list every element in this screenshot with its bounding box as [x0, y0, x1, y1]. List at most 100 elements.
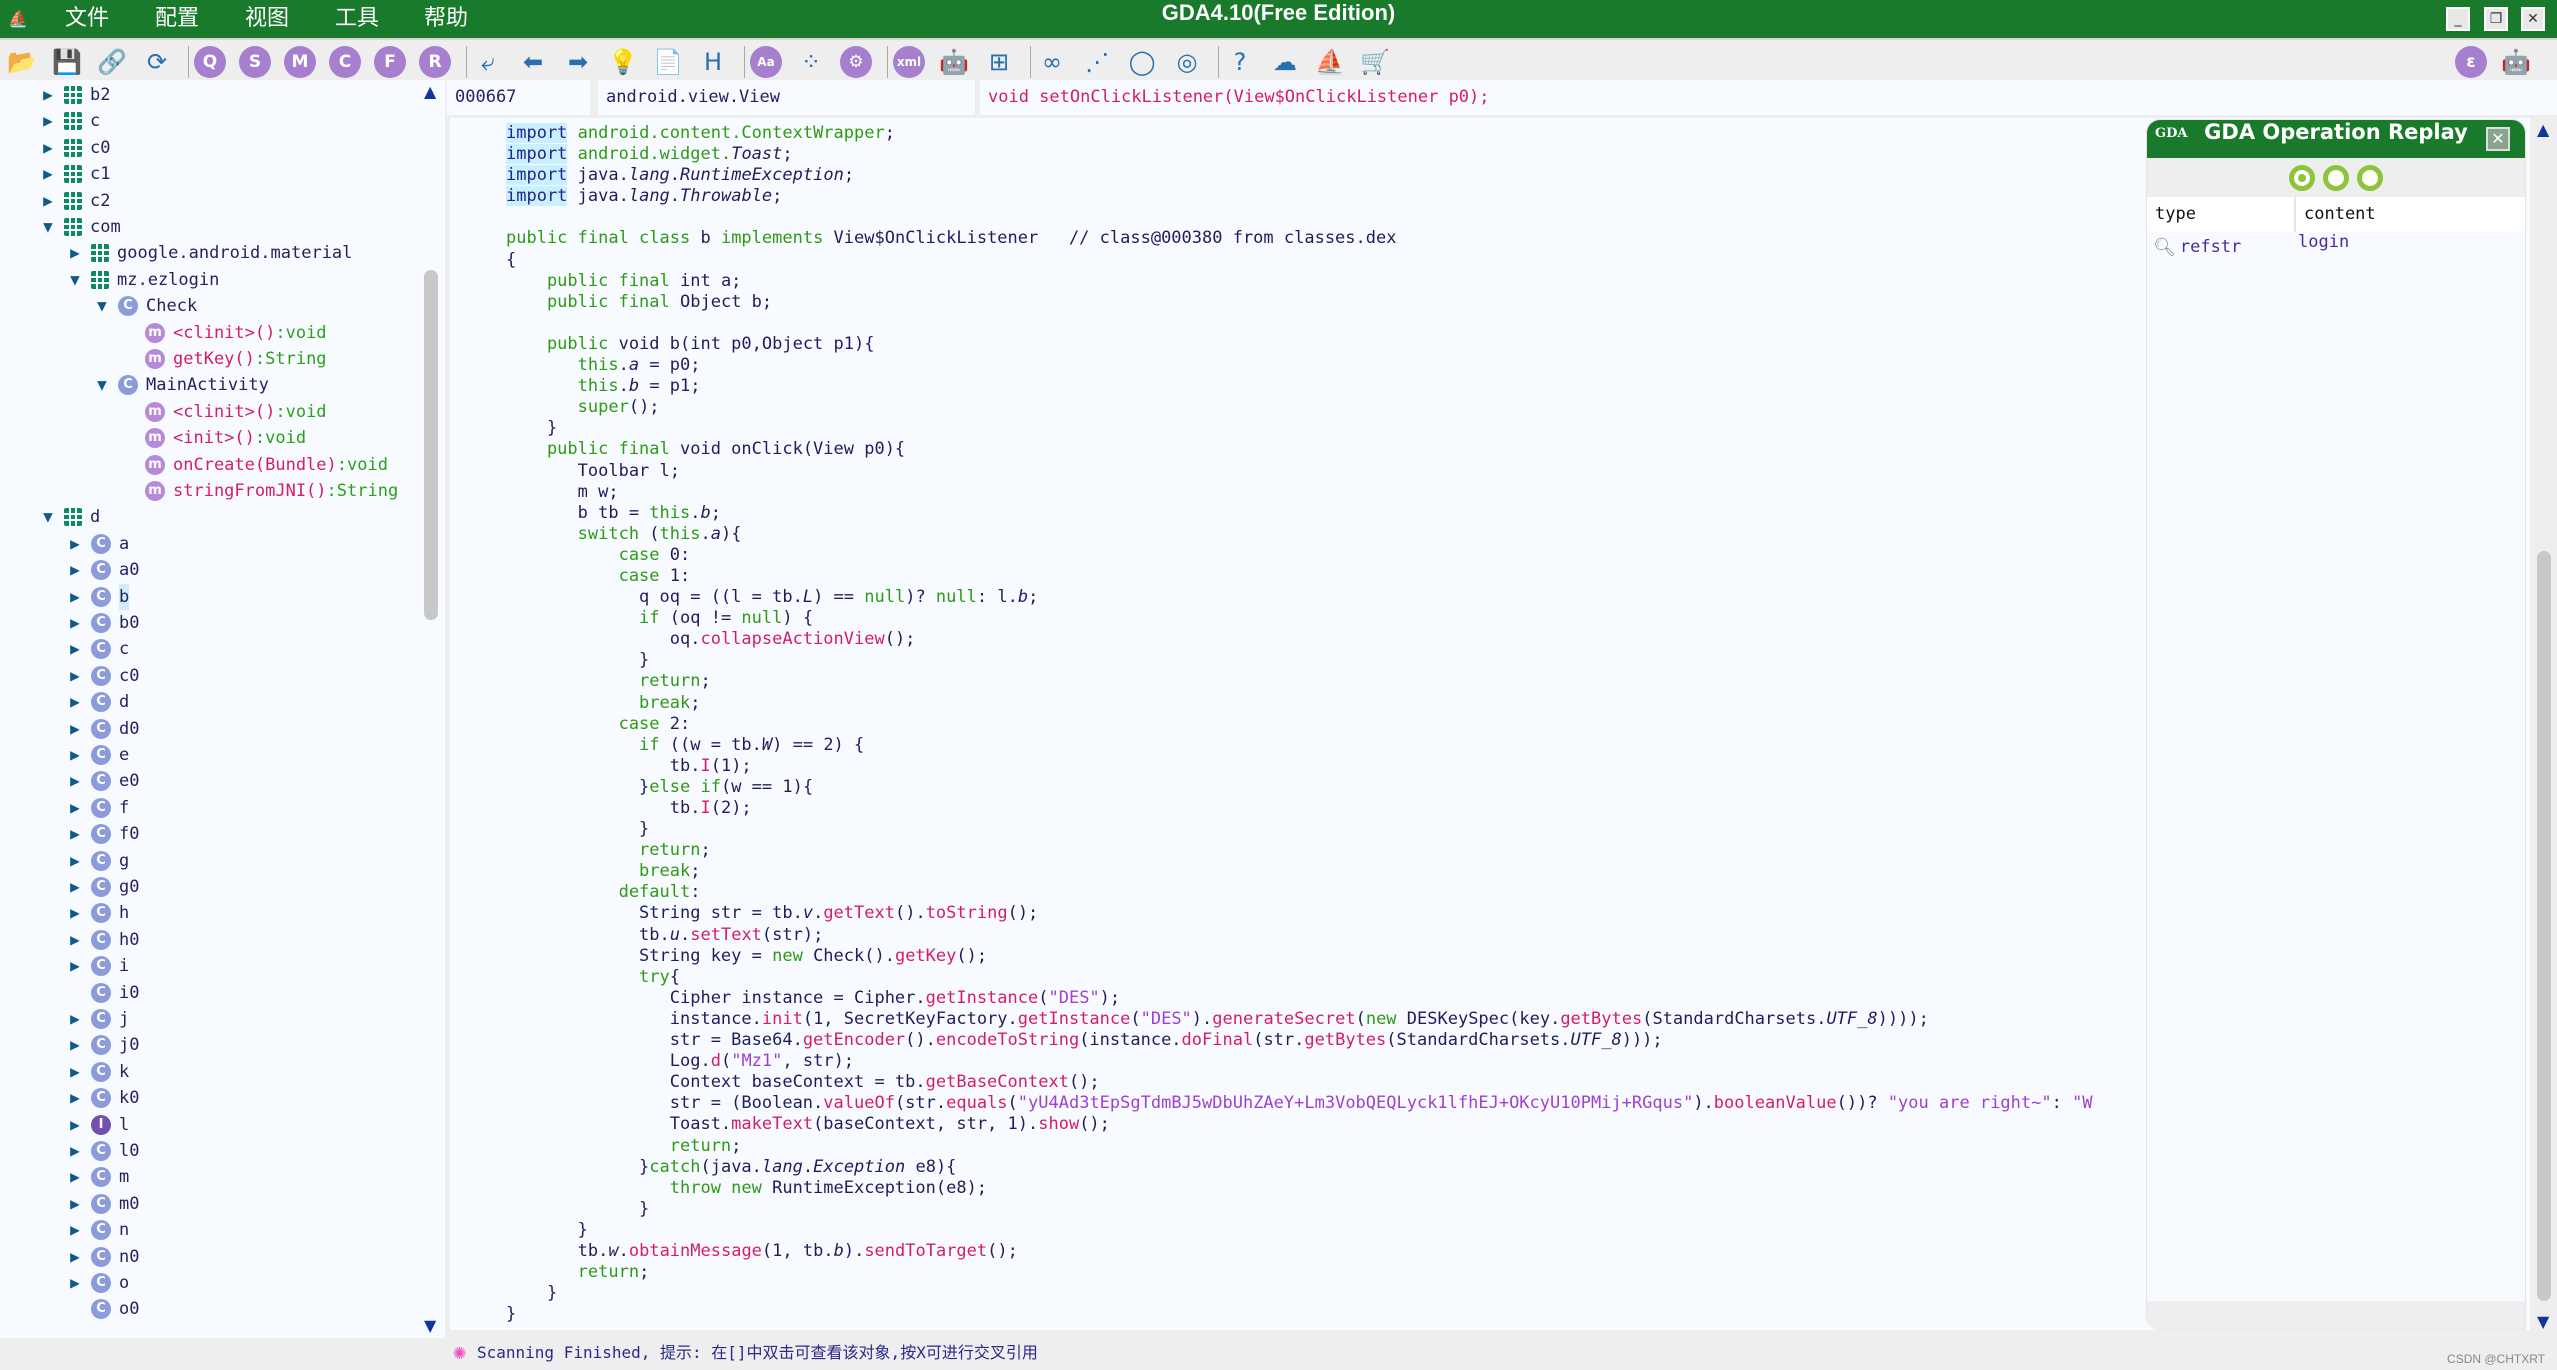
collapsed-arrow-icon[interactable]: ▶	[65, 1032, 85, 1058]
replay-row[interactable]: 🔍︎ refstr login	[2147, 232, 2525, 262]
expanded-arrow-icon[interactable]: ▼	[65, 267, 85, 293]
strings-s-icon[interactable]: S	[239, 46, 271, 78]
cloud-icon[interactable]: ☁	[1269, 46, 1301, 78]
collapsed-arrow-icon[interactable]: ▶	[65, 768, 85, 794]
replay-step-3[interactable]	[2357, 164, 2383, 191]
tree-item[interactable]: ▶ Il	[65, 1112, 129, 1138]
tree-item[interactable]: ▶ Ck	[65, 1059, 129, 1085]
epsilon-icon[interactable]: ε	[2455, 46, 2487, 78]
collapsed-arrow-icon[interactable]: ▶	[65, 1217, 85, 1243]
collapsed-arrow-icon[interactable]: ▶	[65, 821, 85, 847]
collapsed-arrow-icon[interactable]: ▶	[38, 188, 58, 214]
resources-r-icon[interactable]: R	[419, 46, 451, 78]
tree-item[interactable]: m onCreate(Bundle):void	[119, 452, 388, 478]
tree-item[interactable]: ▶ Cm0	[65, 1191, 139, 1217]
collapsed-arrow-icon[interactable]: ▶	[65, 716, 85, 742]
tree-item[interactable]: ▶ Cf	[65, 795, 129, 821]
collapsed-arrow-icon[interactable]: ▶	[38, 108, 58, 134]
settings-gear-icon[interactable]: ⚙	[840, 46, 872, 78]
replay-step-2[interactable]	[2323, 164, 2349, 191]
tree-item[interactable]: ▶ Ch0	[65, 927, 139, 953]
tree-item[interactable]: ▶ google.android.material	[65, 240, 352, 266]
collapsed-arrow-icon[interactable]: ▶	[38, 82, 58, 108]
tree-item[interactable]: m <clinit>():void	[119, 399, 327, 425]
search-q-icon[interactable]: Q	[194, 46, 226, 78]
tree-item[interactable]: ▶ Cc	[65, 636, 129, 662]
restore-button[interactable]: ❐	[2484, 7, 2508, 31]
tree-item[interactable]: ▶ Cl0	[65, 1138, 139, 1164]
collapsed-arrow-icon[interactable]: ▶	[65, 689, 85, 715]
tree-item[interactable]: Co0	[65, 1296, 139, 1322]
tree-item[interactable]: ▶ Ch	[65, 900, 129, 926]
android-icon[interactable]: 🤖	[938, 46, 970, 78]
collapsed-arrow-icon[interactable]: ▶	[38, 161, 58, 187]
tree-item[interactable]: ▼ d	[38, 504, 100, 530]
expanded-arrow-icon[interactable]: ▼	[38, 214, 58, 240]
fields-f-icon[interactable]: F	[374, 46, 406, 78]
open-folder-icon[interactable]: 📂	[6, 46, 38, 78]
tree-item[interactable]: ▶ Co	[65, 1270, 129, 1296]
collapsed-arrow-icon[interactable]: ▶	[65, 953, 85, 979]
tree-scrollbar[interactable]	[424, 270, 438, 620]
tree-item[interactable]: ▶ Cn	[65, 1217, 129, 1243]
windows-icon[interactable]: ⊞	[983, 46, 1015, 78]
tree-item[interactable]: ▶ Cd	[65, 689, 129, 715]
collapsed-arrow-icon[interactable]: ▶	[65, 1006, 85, 1032]
jump-icon[interactable]: ⤶	[472, 46, 504, 78]
collapsed-arrow-icon[interactable]: ▶	[65, 1059, 85, 1085]
collapsed-arrow-icon[interactable]: ▶	[65, 1270, 85, 1296]
replay-step-1[interactable]	[2289, 164, 2315, 191]
tree-item[interactable]: ▶ c	[38, 108, 100, 134]
collapsed-arrow-icon[interactable]: ▶	[65, 1164, 85, 1190]
expanded-arrow-icon[interactable]: ▼	[38, 504, 58, 530]
infinity-icon[interactable]: ∞	[1036, 46, 1068, 78]
back-arrow-icon[interactable]: ⬅	[517, 46, 549, 78]
tree-item[interactable]: ▶ Cc0	[65, 663, 139, 689]
tree-scroll-up-icon[interactable]: ▲	[424, 82, 436, 101]
tree-item[interactable]: ▶ Cb	[65, 583, 130, 610]
code-scrollbar[interactable]	[2537, 551, 2551, 1301]
forward-arrow-icon[interactable]: ➡	[562, 46, 594, 78]
collapsed-arrow-icon[interactable]: ▶	[65, 1085, 85, 1111]
collapsed-arrow-icon[interactable]: ▶	[65, 874, 85, 900]
tree-item[interactable]: m <clinit>():void	[119, 320, 327, 346]
save-icon[interactable]: 💾	[51, 46, 83, 78]
collapsed-arrow-icon[interactable]: ▶	[65, 1244, 85, 1270]
minimize-button[interactable]: _	[2446, 7, 2470, 31]
android-right-icon[interactable]: 🤖	[2500, 46, 2532, 78]
tree-item[interactable]: ▶ c2	[38, 188, 110, 214]
tree-item[interactable]: ▶ b2	[38, 82, 110, 108]
tree-item[interactable]: m stringFromJNI():String	[119, 478, 398, 504]
tree-item[interactable]: ▶ Ce0	[65, 768, 139, 794]
code-scroll-down-icon[interactable]: ▼	[2537, 1312, 2549, 1331]
hex-h-icon[interactable]: H	[697, 46, 729, 78]
tree-item[interactable]: ▼ C MainActivity	[92, 372, 269, 398]
code-scroll-up-icon[interactable]: ▲	[2537, 120, 2549, 139]
collapsed-arrow-icon[interactable]: ▶	[65, 742, 85, 768]
collapsed-arrow-icon[interactable]: ▶	[65, 610, 85, 636]
tree-item[interactable]: ▶ Cg0	[65, 874, 139, 900]
tree-item[interactable]: ▶ Cj	[65, 1006, 129, 1032]
tree-item[interactable]: ▶ Cb0	[65, 610, 139, 636]
tree-item[interactable]: ▶ Cn0	[65, 1244, 139, 1270]
collapsed-arrow-icon[interactable]: ▶	[65, 531, 85, 557]
refresh-icon[interactable]: ⟳	[141, 46, 173, 78]
collapsed-arrow-icon[interactable]: ▶	[65, 1112, 85, 1138]
tree-item[interactable]: ▶ Ce	[65, 742, 129, 768]
close-button[interactable]: ✕	[2521, 7, 2545, 31]
expanded-arrow-icon[interactable]: ▼	[92, 372, 112, 398]
collapsed-arrow-icon[interactable]: ▶	[65, 927, 85, 953]
tree-item[interactable]: ▼ C Check	[92, 293, 197, 319]
fingerprint-icon[interactable]: ◎	[1171, 46, 1203, 78]
collapsed-arrow-icon[interactable]: ▶	[65, 557, 85, 583]
tree-item[interactable]: ▶ Ci	[65, 953, 129, 979]
collapsed-arrow-icon[interactable]: ▶	[65, 584, 85, 610]
methods-m-icon[interactable]: M	[284, 46, 316, 78]
replay-close-button[interactable]: ✕	[2486, 127, 2510, 151]
nodes-icon[interactable]: ⋰	[1081, 46, 1113, 78]
help-icon[interactable]: ?	[1224, 46, 1256, 78]
tree-item[interactable]: ▶ Cf0	[65, 821, 139, 847]
classes-c-icon[interactable]: C	[329, 46, 361, 78]
expanded-arrow-icon[interactable]: ▼	[92, 293, 112, 319]
tree-item[interactable]: m getKey():String	[119, 346, 327, 372]
